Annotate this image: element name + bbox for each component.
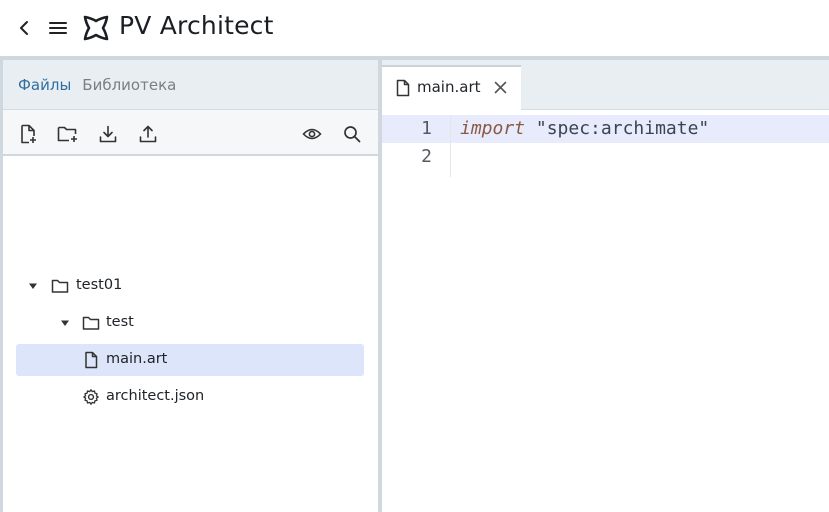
download-icon: [99, 125, 117, 143]
upload-icon: [139, 125, 157, 143]
line-gutter: 1: [382, 115, 452, 143]
editor-tab-label: main.art: [417, 78, 481, 96]
app-title: PV Architect: [119, 11, 274, 40]
code-editor: main.art 1 import "spec:archimate" 2: [382, 60, 829, 512]
sidebar-tabs: Файлы Библиотека: [3, 60, 378, 110]
upload-button[interactable]: [137, 123, 159, 145]
string-token: "spec:archimate": [525, 118, 710, 139]
tree-item-architect-json[interactable]: architect.json: [16, 381, 364, 413]
gutter-divider: [450, 115, 451, 177]
close-icon: [494, 81, 506, 93]
back-button[interactable]: [14, 18, 34, 38]
keyword-token: import: [460, 118, 526, 139]
preview-button[interactable]: [301, 123, 323, 145]
file-plus-icon: [21, 124, 36, 144]
caret-down-icon[interactable]: [28, 281, 38, 291]
tab-files[interactable]: Файлы: [18, 76, 71, 94]
app-bar: PV Architect: [0, 0, 829, 56]
pv-architect-logo: [83, 15, 109, 41]
tree-item-test01[interactable]: test01: [16, 270, 364, 302]
tree-item-label: test01: [76, 277, 123, 293]
file-tree: test01 test main.art architect.json: [3, 156, 378, 405]
folder-icon: [51, 279, 69, 293]
tree-item-label: architect.json: [106, 388, 205, 404]
file-icon: [396, 79, 410, 97]
editor-tabbar: main.art: [382, 60, 829, 110]
tree-item-label: test: [106, 314, 134, 330]
search-icon: [344, 126, 361, 143]
eye-icon: [302, 128, 322, 140]
new-file-button[interactable]: [17, 123, 39, 145]
line-number: 1: [421, 118, 432, 139]
download-button[interactable]: [97, 123, 119, 145]
chevron-left-icon: [20, 21, 28, 35]
tab-library[interactable]: Библиотека: [82, 76, 176, 94]
file-explorer-panel: Файлы Библиотека test01 test main.art ar…: [0, 60, 378, 512]
menu-button[interactable]: [48, 17, 68, 39]
file-toolbar: [3, 110, 378, 156]
tree-item-main-art[interactable]: main.art: [16, 344, 364, 376]
folder-plus-icon: [57, 126, 77, 142]
gear-icon: [83, 389, 99, 405]
tree-item-test[interactable]: test: [16, 307, 364, 339]
folder-icon: [82, 316, 100, 330]
new-folder-button[interactable]: [57, 123, 79, 145]
line-gutter: 2: [382, 143, 452, 171]
file-icon: [85, 351, 98, 369]
search-button[interactable]: [341, 123, 363, 145]
close-tab-button[interactable]: [493, 80, 507, 94]
tree-item-label: main.art: [106, 351, 168, 367]
hamburger-menu-icon: [49, 22, 67, 34]
line-number: 2: [421, 146, 432, 167]
caret-down-icon[interactable]: [60, 318, 70, 328]
editor-tab-main-art[interactable]: main.art: [382, 65, 521, 110]
line-content: import "spec:archimate": [460, 118, 709, 139]
